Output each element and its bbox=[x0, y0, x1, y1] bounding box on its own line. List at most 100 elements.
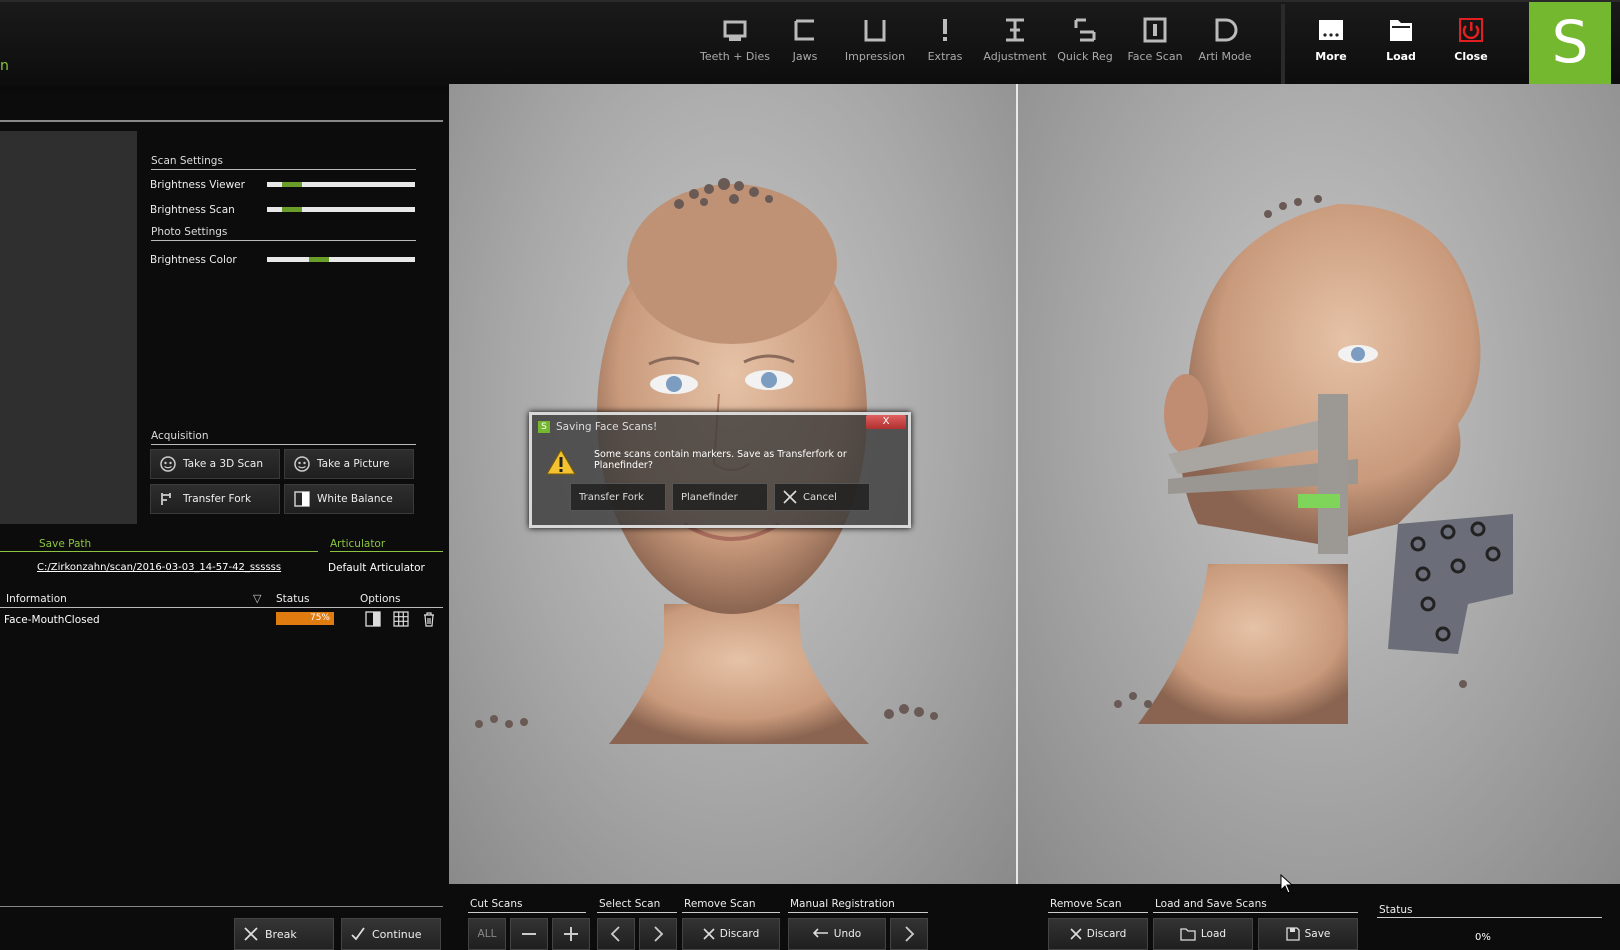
divider bbox=[1153, 912, 1358, 913]
divider bbox=[330, 551, 443, 552]
divider bbox=[1048, 912, 1148, 913]
chevron-right-icon bbox=[905, 926, 915, 942]
cut-all-button[interactable]: ALL bbox=[468, 918, 506, 950]
app-title: n bbox=[0, 58, 9, 74]
take-3d-scan-button[interactable]: Take a 3D Scan bbox=[150, 449, 280, 479]
minus-icon bbox=[522, 933, 536, 935]
trash-icon[interactable] bbox=[421, 611, 437, 627]
mouse-cursor-icon bbox=[1280, 873, 1294, 898]
toolbar-jaws[interactable]: Jaws bbox=[770, 16, 840, 63]
texture-view-icon[interactable] bbox=[365, 611, 381, 627]
toolbar-adjustment[interactable]: Adjustment bbox=[980, 16, 1050, 63]
face-icon bbox=[160, 456, 176, 472]
divider bbox=[0, 906, 443, 907]
transfer-fork-icon bbox=[161, 493, 171, 505]
teeth-dies-icon bbox=[722, 16, 748, 44]
brand-logo: S bbox=[1529, 2, 1611, 85]
planefinder-option-button[interactable]: Planefinder bbox=[672, 483, 768, 511]
save-icon bbox=[1285, 927, 1300, 941]
dialog-title: Saving Face Scans! bbox=[556, 421, 658, 433]
brightness-scan-slider[interactable] bbox=[267, 207, 415, 212]
articulator-value[interactable]: Default Articulator bbox=[328, 562, 425, 574]
filter-icon[interactable]: ▽ bbox=[253, 592, 261, 605]
divider bbox=[1377, 917, 1602, 918]
divider bbox=[788, 912, 928, 913]
acquisition-title: Acquisition bbox=[151, 430, 209, 442]
plus-icon bbox=[564, 927, 578, 941]
divider bbox=[151, 240, 416, 241]
brightness-color-slider[interactable] bbox=[267, 257, 415, 262]
next-scan-button[interactable] bbox=[639, 918, 677, 950]
quick-reg-icon bbox=[1072, 16, 1098, 44]
toolbar-arti-mode[interactable]: Arti Mode bbox=[1190, 16, 1260, 63]
divider bbox=[0, 120, 443, 122]
grid-view-icon[interactable] bbox=[393, 611, 409, 627]
column-information: Information bbox=[6, 593, 67, 605]
transfer-fork-button[interactable]: Transfer Fork bbox=[150, 484, 280, 514]
impression-icon bbox=[862, 16, 888, 44]
camera-preview bbox=[0, 131, 137, 524]
close-icon bbox=[703, 928, 715, 940]
load-scans-button[interactable]: Load bbox=[1153, 918, 1253, 950]
side-face-scan bbox=[1114, 195, 1513, 724]
previous-scan-button[interactable] bbox=[597, 918, 635, 950]
dialog-message: Some scans contain markers. Save as Tran… bbox=[594, 449, 847, 471]
divider bbox=[0, 607, 443, 608]
more-icon bbox=[1318, 16, 1344, 44]
save-path-link[interactable]: C:/Zirkonzahn/scan/2016-03-03_14-57-42_s… bbox=[37, 562, 281, 573]
remove-scan-title: Remove Scan bbox=[1050, 898, 1122, 910]
divider bbox=[597, 912, 677, 913]
divider bbox=[682, 912, 780, 913]
dialog-close-button[interactable]: X bbox=[866, 415, 906, 429]
minus-button[interactable] bbox=[510, 918, 548, 950]
app-logo-icon: S bbox=[538, 421, 550, 433]
break-button[interactable]: Break bbox=[234, 918, 334, 950]
slider-thumb[interactable] bbox=[309, 257, 329, 262]
face-scan-icon bbox=[1142, 16, 1168, 44]
toolbar-teeth-dies[interactable]: Teeth + Dies bbox=[700, 16, 770, 63]
toolbar-face-scan[interactable]: Face Scan bbox=[1120, 16, 1190, 63]
continue-button[interactable]: Continue bbox=[341, 918, 441, 950]
more-button[interactable]: More bbox=[1296, 16, 1366, 63]
save-scans-button[interactable]: Save bbox=[1258, 918, 1358, 950]
scan-row-name[interactable]: Face-MouthClosed bbox=[4, 614, 100, 626]
arti-mode-icon bbox=[1212, 16, 1238, 44]
undo-button[interactable]: Undo bbox=[788, 918, 886, 950]
toolbar-quick-reg[interactable]: Quick Reg bbox=[1050, 16, 1120, 63]
toolbar-extras[interactable]: Extras bbox=[910, 16, 980, 63]
dialog-cancel-button[interactable]: Cancel bbox=[774, 483, 870, 511]
save-path-title: Save Path bbox=[39, 538, 92, 550]
slider-thumb[interactable] bbox=[282, 182, 302, 187]
plus-button[interactable] bbox=[552, 918, 590, 950]
load-save-scans-title: Load and Save Scans bbox=[1155, 898, 1267, 910]
close-button[interactable]: Close bbox=[1436, 16, 1506, 63]
divider bbox=[151, 169, 416, 170]
column-status: Status bbox=[276, 593, 310, 605]
scan-settings-title: Scan Settings bbox=[151, 155, 223, 167]
discard-button[interactable]: Discard bbox=[1048, 918, 1148, 950]
registration-next-button[interactable] bbox=[890, 918, 928, 950]
divider bbox=[151, 444, 416, 445]
manual-registration-title: Manual Registration bbox=[790, 898, 895, 910]
toolbar-impression[interactable]: Impression bbox=[840, 16, 910, 63]
slider-thumb[interactable] bbox=[282, 207, 302, 212]
take-picture-button[interactable]: Take a Picture bbox=[284, 449, 414, 479]
remove-scan-title: Remove Scan bbox=[684, 898, 756, 910]
status-percent: 0% bbox=[1475, 932, 1491, 943]
load-button[interactable]: Load bbox=[1366, 16, 1436, 63]
brightness-viewer-slider[interactable] bbox=[267, 182, 415, 187]
brightness-viewer-label: Brightness Viewer bbox=[150, 179, 245, 191]
side-face-viewport[interactable] bbox=[1018, 84, 1620, 884]
brightness-scan-label: Brightness Scan bbox=[150, 204, 235, 216]
white-balance-button[interactable]: White Balance bbox=[284, 484, 414, 514]
warning-icon bbox=[546, 449, 576, 475]
select-scan-title: Select Scan bbox=[599, 898, 661, 910]
divider bbox=[468, 912, 586, 913]
power-icon bbox=[1458, 16, 1484, 44]
transfer-fork-option-button[interactable]: Transfer Fork bbox=[570, 483, 666, 511]
column-options: Options bbox=[360, 593, 401, 605]
articulator-title: Articulator bbox=[330, 538, 386, 550]
discard-scan-button[interactable]: Discard bbox=[682, 918, 780, 950]
toolbar-separator bbox=[1281, 4, 1285, 84]
jaws-icon bbox=[792, 16, 818, 44]
